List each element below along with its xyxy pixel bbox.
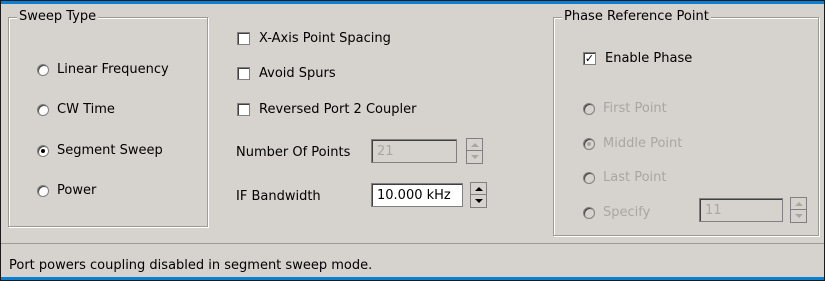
window-frame (0, 0, 825, 281)
